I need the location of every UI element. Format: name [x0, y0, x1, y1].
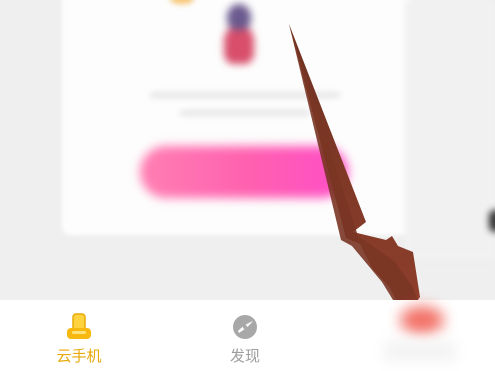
panel-handle[interactable]: [489, 210, 495, 232]
phone-cloud-icon: [67, 313, 91, 339]
tab-discover[interactable]: 发现: [214, 300, 276, 371]
bottom-tab-bar: 云手机 发现: [0, 300, 495, 371]
mascot-illustration: [222, 4, 256, 66]
side-panel: [405, 0, 495, 260]
tab-label: 云手机: [56, 347, 102, 365]
promo-text-line: [150, 92, 340, 98]
app-screen: 云手机 发现: [0, 0, 495, 371]
tab-label-blurred: [384, 340, 456, 362]
tab-label: 发现: [229, 347, 260, 365]
tab-cloud-phone[interactable]: 云手机: [48, 300, 110, 371]
promo-text-line: [180, 110, 310, 116]
compass-discover-icon: [233, 315, 257, 339]
tab-profile[interactable]: [380, 300, 460, 371]
profile-icon: [400, 306, 444, 334]
promo-action-button[interactable]: [140, 146, 348, 198]
